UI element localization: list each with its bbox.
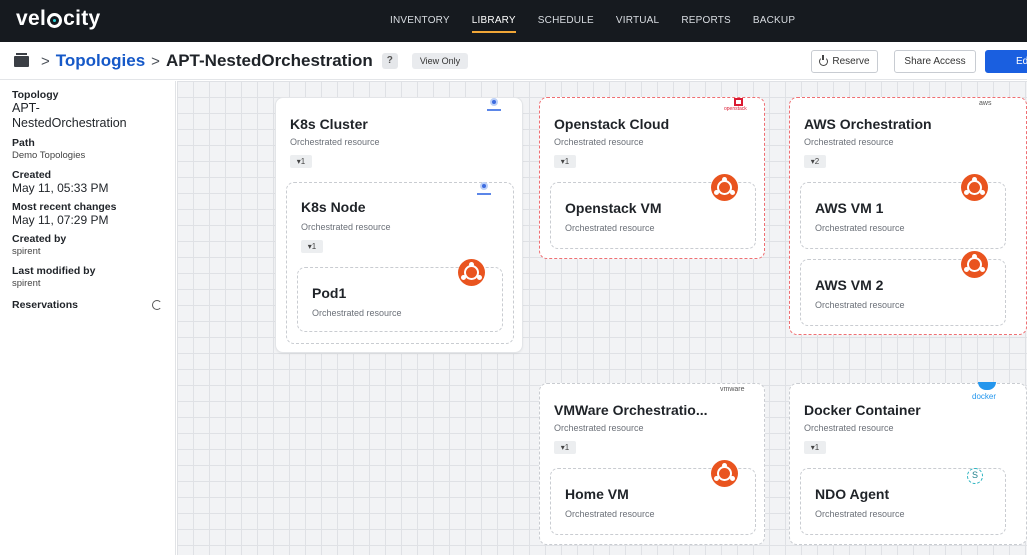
- card-title: Openstack Cloud: [554, 116, 670, 132]
- card-title: Openstack VM: [565, 200, 662, 216]
- reserve-button[interactable]: Reserve: [811, 50, 878, 73]
- logo-o-mark: [47, 13, 63, 28]
- nav-inventory[interactable]: INVENTORY: [390, 0, 450, 42]
- card-title: Docker Container: [804, 402, 921, 418]
- ubuntu-icon: [961, 251, 988, 278]
- aws-logo-icon: aws: [979, 100, 992, 107]
- topology-label: Topology: [12, 89, 59, 101]
- top-navigation-bar: vel city INVENTORY LIBRARY SCHEDULE VIRTU…: [0, 0, 1027, 42]
- reserve-label: Reserve: [832, 56, 870, 67]
- card-subtitle: Orchestrated resource: [565, 223, 655, 233]
- card-subtitle: Orchestrated resource: [815, 300, 905, 310]
- child-count-toggle[interactable]: ▾1: [804, 441, 826, 454]
- card-subtitle: Orchestrated resource: [804, 423, 894, 433]
- card-subtitle: Orchestrated resource: [312, 308, 402, 318]
- logo-text-suffix: city: [63, 7, 101, 30]
- aws-vm1-card[interactable]: AWS VM 1 Orchestrated resource: [800, 174, 1006, 249]
- vmware-logo-icon: vmware: [720, 386, 745, 393]
- reservations-label: Reservations: [12, 299, 78, 311]
- path-value: Demo Topologies: [12, 150, 86, 161]
- ubuntu-icon: [711, 174, 738, 201]
- vmware-orchestration-card[interactable]: vmware VMWare Orchestratio... Orchestrat…: [539, 383, 765, 545]
- child-count-toggle[interactable]: ▾1: [301, 240, 323, 253]
- topology-info-sidebar: Topology APT- NestedOrchestration Path De…: [0, 81, 176, 555]
- path-label: Path: [12, 137, 35, 149]
- breadcrumb-separator-icon: >: [41, 52, 50, 70]
- docker-container-card[interactable]: docker Docker Container Orchestrated res…: [789, 382, 1027, 545]
- card-subtitle: Orchestrated resource: [290, 137, 380, 147]
- last-modified-by-value: spirent: [12, 278, 41, 289]
- card-title: NDO Agent: [815, 486, 890, 502]
- refresh-icon[interactable]: [152, 300, 162, 310]
- view-only-badge: View Only: [411, 53, 469, 69]
- child-count-toggle[interactable]: ▾2: [804, 155, 826, 168]
- k8s-node-card[interactable]: K8s Node Orchestrated resource ▾1 Pod1 O…: [286, 182, 514, 344]
- card-title: AWS VM 2: [815, 277, 884, 293]
- share-access-button[interactable]: Share Access: [894, 50, 976, 73]
- ubuntu-icon: [961, 174, 988, 201]
- nav-virtual[interactable]: VIRTUAL: [616, 0, 659, 42]
- breadcrumb-separator-icon: >: [151, 52, 160, 70]
- card-title: K8s Cluster: [290, 116, 368, 132]
- created-by-label: Created by: [12, 233, 67, 245]
- power-icon: [819, 55, 829, 66]
- nav-backup[interactable]: BACKUP: [753, 0, 795, 42]
- edit-label: Edi: [1016, 56, 1027, 67]
- recent-changes-value: May 11, 07:29 PM: [12, 213, 109, 227]
- ubuntu-icon: [711, 460, 738, 487]
- topology-value: APT- NestedOrchestration: [12, 101, 127, 130]
- card-subtitle: Orchestrated resource: [554, 137, 644, 147]
- openstack-cloud-card[interactable]: openstack Openstack Cloud Orchestrated r…: [539, 97, 765, 259]
- card-title: AWS VM 1: [815, 200, 884, 216]
- card-title: Home VM: [565, 486, 629, 502]
- page-header: > Topologies > APT-NestedOrchestration ?…: [0, 42, 1027, 80]
- velocity-logo[interactable]: vel city: [16, 7, 100, 31]
- topology-canvas[interactable]: K8s Cluster Orchestrated resource ▾1 K8s…: [177, 81, 1027, 555]
- card-title: AWS Orchestration: [804, 116, 932, 132]
- share-access-label: Share Access: [904, 56, 966, 67]
- aws-orchestration-card[interactable]: aws AWS Orchestration Orchestrated resou…: [789, 97, 1027, 335]
- aws-vm2-card[interactable]: AWS VM 2 Orchestrated resource: [800, 251, 1006, 326]
- card-subtitle: Orchestrated resource: [815, 223, 905, 233]
- help-button[interactable]: ?: [381, 53, 398, 69]
- openstack-logo-icon: openstack: [724, 98, 754, 112]
- card-subtitle: Orchestrated resource: [804, 137, 894, 147]
- ubuntu-icon: [458, 259, 485, 286]
- card-subtitle: Orchestrated resource: [301, 222, 391, 232]
- nav-reports[interactable]: REPORTS: [681, 0, 731, 42]
- child-count-toggle[interactable]: ▾1: [554, 155, 576, 168]
- pod1-card[interactable]: Pod1 Orchestrated resource: [297, 259, 503, 332]
- k8s-cluster-card[interactable]: K8s Cluster Orchestrated resource ▾1 K8s…: [275, 97, 523, 353]
- card-subtitle: Orchestrated resource: [554, 423, 644, 433]
- openstack-vm-card[interactable]: Openstack VM Orchestrated resource: [550, 174, 756, 249]
- card-title: Pod1: [312, 285, 347, 301]
- breadcrumb-topologies-link[interactable]: Topologies: [56, 51, 145, 71]
- recent-changes-label: Most recent changes: [12, 201, 117, 213]
- logo-text-prefix: vel: [16, 7, 47, 30]
- card-title: VMWare Orchestratio...: [554, 402, 708, 418]
- home-vm-card[interactable]: Home VM Orchestrated resource: [550, 460, 756, 535]
- child-count-toggle[interactable]: ▾1: [290, 155, 312, 168]
- main-nav: INVENTORY LIBRARY SCHEDULE VIRTUAL REPOR…: [390, 0, 817, 42]
- kubernetes-icon: [487, 97, 501, 111]
- card-subtitle: Orchestrated resource: [565, 509, 655, 519]
- created-value: May 11, 05:33 PM: [12, 181, 109, 195]
- card-title: K8s Node: [301, 199, 366, 215]
- agent-s-icon: S: [967, 468, 983, 484]
- ndo-agent-card[interactable]: S NDO Agent Orchestrated resource: [800, 468, 1006, 535]
- edit-button[interactable]: Edi: [985, 50, 1027, 73]
- nav-schedule[interactable]: SCHEDULE: [538, 0, 594, 42]
- topology-box-icon: [14, 52, 29, 67]
- card-subtitle: Orchestrated resource: [815, 509, 905, 519]
- created-by-value: spirent: [12, 246, 41, 257]
- nav-library[interactable]: LIBRARY: [471, 0, 516, 42]
- kubernetes-icon: [477, 181, 491, 195]
- created-label: Created: [12, 169, 52, 181]
- page-title: APT-NestedOrchestration: [165, 51, 373, 70]
- reservations-row: Reservations: [12, 299, 162, 311]
- last-modified-by-label: Last modified by: [12, 265, 96, 277]
- child-count-toggle[interactable]: ▾1: [554, 441, 576, 454]
- docker-logo-icon: docker: [972, 378, 1004, 404]
- breadcrumb: > Topologies > APT-NestedOrchestration ?…: [14, 51, 469, 71]
